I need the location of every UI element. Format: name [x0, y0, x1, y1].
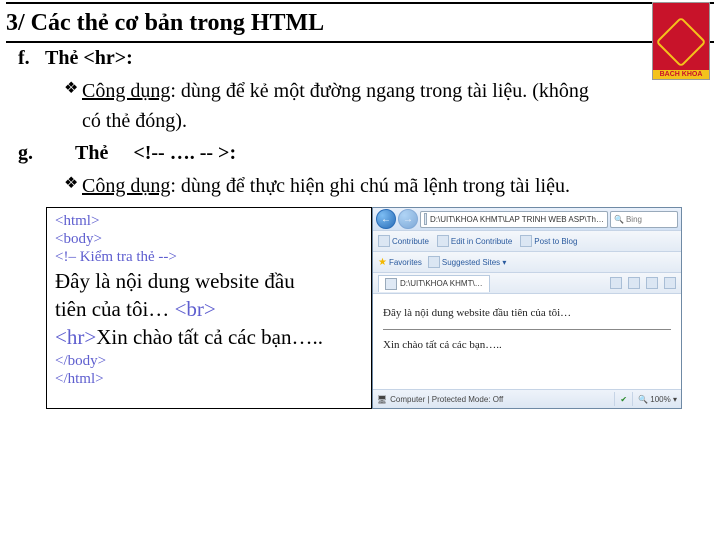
- computer-icon: 🖥: [377, 395, 387, 404]
- diamond-bullet-icon: ❖: [64, 76, 82, 102]
- code-line: tiên của tôi… <br>: [55, 296, 363, 322]
- code-line: <!– Kiểm tra thẻ -->: [55, 248, 363, 266]
- browser-toolbar-contribute: Contribute Edit in Contribute Post to Bl…: [373, 231, 681, 252]
- bullet-label: Công dụng: [82, 175, 170, 197]
- suggested-sites-button[interactable]: Suggested Sites ▾: [428, 256, 507, 268]
- contribute-button[interactable]: Contribute: [378, 235, 429, 247]
- mail-icon[interactable]: [646, 277, 658, 289]
- feed-icon[interactable]: [628, 277, 640, 289]
- post-to-blog-button[interactable]: Post to Blog: [520, 235, 577, 247]
- section-g-heading: g. Thẻ <!-- …. -- >:: [18, 142, 710, 165]
- page-title: 3/ Các thẻ cơ bản trong HTML: [0, 4, 720, 41]
- code-line: </html>: [55, 370, 363, 388]
- section-g-bullet: ❖ Công dụng: dùng để thực hiện ghi chú m…: [64, 171, 710, 201]
- logo-text: BACH KHOA: [653, 70, 709, 79]
- bullet-text: Công dụng: dùng để kẻ một đường ngang tr…: [82, 76, 710, 106]
- page-line-2: Xin chào tất cả các bạn…..: [383, 338, 671, 353]
- back-button[interactable]: ←: [376, 209, 396, 229]
- section-title-tag: <!-- …. -- >:: [133, 142, 236, 164]
- section-title-pre: Thẻ: [75, 142, 108, 164]
- page-icon: [424, 213, 427, 225]
- browser-preview: ← → D:\UIT\KHOA KHMT\LAP TRINH WEB ASP\T…: [372, 207, 682, 409]
- page-line-1: Đây là nội dung website đầu tiên của tôi…: [383, 306, 671, 321]
- search-box[interactable]: 🔍Bing: [610, 211, 678, 228]
- browser-favorites-bar: ★Favorites Suggested Sites ▾: [373, 252, 681, 273]
- bullet-label: Công dụng: [82, 80, 170, 102]
- code-example-box: <html> <body> <!– Kiểm tra thẻ --> Đây l…: [46, 207, 372, 409]
- favorites-button[interactable]: ★Favorites: [378, 257, 422, 268]
- section-f-heading: f. Thẻ <hr>:: [18, 47, 710, 70]
- code-line: <body>: [55, 230, 363, 248]
- edit-in-contribute-button[interactable]: Edit in Contribute: [437, 235, 512, 247]
- browser-status-bar: 🖥 Computer | Protected Mode: Off ✔ 🔍 100…: [373, 389, 681, 408]
- address-bar[interactable]: D:\UIT\KHOA KHMT\LAP TRINH WEB ASP\Th…: [420, 211, 608, 228]
- bullet-continuation: có thẻ đóng).: [82, 106, 710, 136]
- code-line: <hr>Xin chào tất cả các bạn…..: [55, 324, 363, 350]
- browser-tab-bar: D:\UIT\KHOA KHMT\…: [373, 273, 681, 294]
- code-line: </body>: [55, 352, 363, 370]
- school-logo: BACH KHOA: [652, 2, 710, 80]
- bullet-text: Công dụng: dùng để thực hiện ghi chú mã …: [82, 171, 710, 201]
- section-letter: f.: [18, 47, 40, 70]
- zoom-label[interactable]: 🔍 100% ▾: [638, 395, 677, 404]
- star-icon: ★: [378, 257, 387, 268]
- diamond-bullet-icon: ❖: [64, 171, 82, 197]
- code-line: <html>: [55, 212, 363, 230]
- home-icon[interactable]: [610, 277, 622, 289]
- logo-diamond: [656, 17, 707, 68]
- code-line: Đây là nội dung website đầu: [55, 268, 363, 294]
- browser-titlebar: ← → D:\UIT\KHOA KHMT\LAP TRINH WEB ASP\T…: [373, 208, 681, 231]
- shield-icon: ✔: [620, 395, 627, 404]
- section-letter: g.: [18, 142, 40, 165]
- section-f-bullet: ❖ Công dụng: dùng để kẻ một đường ngang …: [64, 76, 710, 106]
- print-icon[interactable]: [664, 277, 676, 289]
- browser-tab[interactable]: D:\UIT\KHOA KHMT\…: [378, 275, 490, 292]
- browser-page-content: Đây là nội dung website đầu tiên của tôi…: [373, 294, 681, 389]
- hr-output: [383, 329, 671, 330]
- page-icon: [385, 278, 397, 290]
- section-title: Thẻ <hr>:: [45, 47, 133, 69]
- forward-button[interactable]: →: [398, 209, 418, 229]
